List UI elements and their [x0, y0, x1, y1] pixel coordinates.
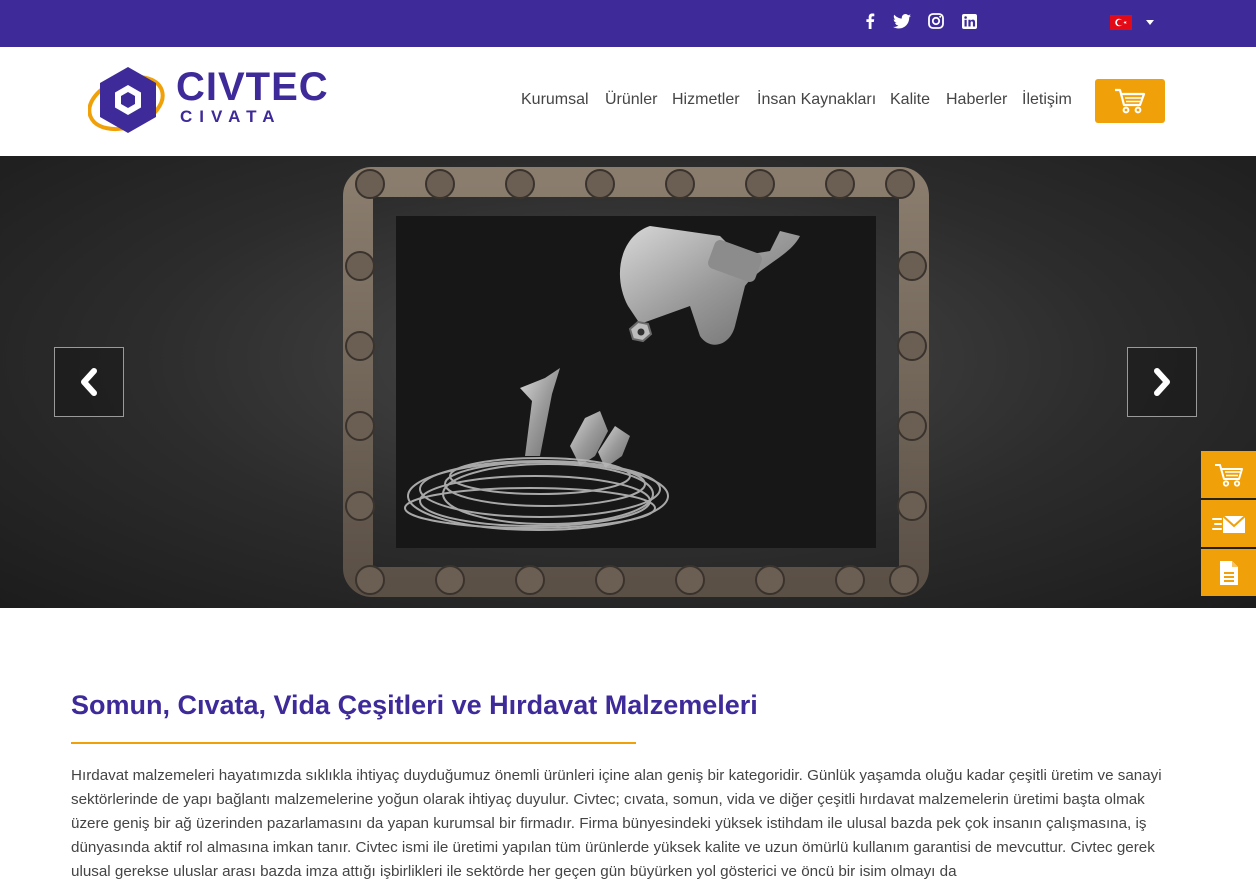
hero-slider [0, 156, 1256, 608]
side-cart-button[interactable] [1201, 451, 1256, 498]
document-icon [1219, 560, 1238, 585]
nav-item-insan-kaynaklari[interactable]: İnsan Kaynakları [757, 90, 876, 110]
twitter-icon[interactable] [892, 11, 912, 31]
logo-mark-icon [88, 67, 165, 133]
logo[interactable]: CIVTEC CIVATA [88, 65, 333, 137]
nav-item-hizmetler[interactable]: Hizmetler [672, 90, 740, 110]
page-title: Somun, Cıvata, Vida Çeşitleri ve Hırdava… [71, 690, 758, 720]
nav-item-urunler[interactable]: Ürünler [605, 90, 657, 110]
chevron-left-icon [81, 368, 97, 396]
linkedin-icon[interactable] [959, 11, 979, 31]
cart-icon [1214, 463, 1243, 487]
cart-button[interactable] [1095, 79, 1165, 123]
nav-item-kalite[interactable]: Kalite [890, 90, 930, 110]
logo-text-secondary: CIVATA [180, 107, 282, 126]
chevron-right-icon [1154, 368, 1170, 396]
side-document-button[interactable] [1201, 549, 1256, 596]
title-divider [71, 742, 636, 744]
chevron-down-icon [1146, 19, 1154, 25]
logo-text-primary: CIVTEC [176, 65, 329, 109]
language-selector[interactable] [1110, 12, 1156, 32]
instagram-icon[interactable] [926, 11, 946, 31]
top-bar [0, 0, 1256, 47]
facebook-icon[interactable] [860, 11, 880, 31]
slider-next-button[interactable] [1127, 347, 1197, 417]
slider-prev-button[interactable] [54, 347, 124, 417]
nav-item-haberler[interactable]: Haberler [946, 90, 1007, 110]
nav-item-iletisim[interactable]: İletişim [1022, 90, 1072, 110]
site-header: CIVTEC CIVATA Kurumsal Ürünler Hizmetler… [0, 47, 1256, 156]
shopping-cart-icon [1115, 88, 1146, 114]
side-mail-button[interactable] [1201, 500, 1256, 547]
mail-icon [1211, 514, 1246, 533]
intro-paragraph: Hırdavat malzemeleri hayatımızda sıklıkl… [71, 767, 1162, 880]
turkey-flag-icon [1110, 14, 1132, 30]
hero-image [343, 167, 929, 597]
nav-item-kurumsal[interactable]: Kurumsal [521, 90, 589, 110]
